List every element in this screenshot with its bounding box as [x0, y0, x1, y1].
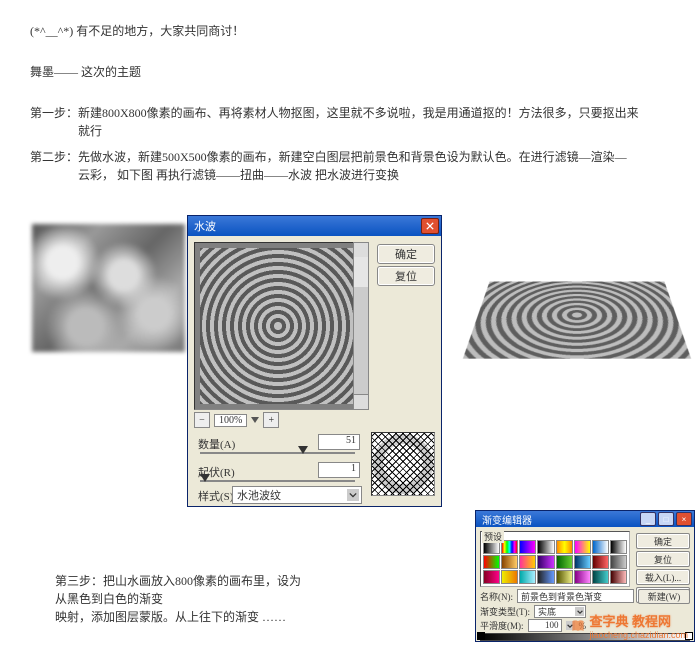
step3-line1: 第三步：把山水画放入800像素的画布里，设为从黑色到白色的渐变 [55, 574, 301, 606]
style-select[interactable]: 水池波纹 [232, 486, 362, 504]
amount-slider-thumb[interactable] [298, 446, 308, 454]
gradient-swatch[interactable] [610, 570, 627, 584]
watermark-brand: 查字典 教程网 [589, 611, 688, 630]
ridges-input[interactable]: 1 [318, 462, 360, 478]
gradient-titlebar[interactable]: 渐变编辑器 _ □ × [476, 511, 694, 527]
amount-input[interactable]: 51 [318, 434, 360, 450]
scroll-up-icon[interactable] [354, 243, 368, 258]
close-icon[interactable]: × [676, 512, 692, 526]
reset-button[interactable]: 复位 [377, 266, 435, 286]
gradient-swatch[interactable] [574, 570, 591, 584]
close-icon[interactable] [421, 218, 439, 234]
gradient-swatch[interactable] [483, 570, 500, 584]
transformed-ripple-image [463, 282, 691, 359]
gradient-swatch[interactable] [592, 570, 609, 584]
step2: 第二步：先做水波，新建500X500像素的画布，新建空白图层把前景色和背景色设为… [30, 146, 700, 186]
ridges-slider-thumb[interactable] [200, 474, 210, 482]
chevron-down-icon [347, 489, 359, 501]
step2-line1: 第二步：先做水波，新建500X500像素的画布，新建空白图层把前景色和背景色设为… [30, 150, 627, 164]
gradient-swatch[interactable] [592, 555, 609, 569]
step3-line2: 映射，添加图层蒙版。从上往下的渐变 …… [55, 610, 286, 624]
gradient-swatch[interactable] [610, 555, 627, 569]
gradient-swatch[interactable] [537, 540, 554, 554]
maximize-icon[interactable]: □ [658, 512, 674, 526]
zoom-controls: − 100% + [194, 412, 362, 428]
gradient-swatch[interactable] [556, 540, 573, 554]
dialog-title: 水波 [194, 218, 216, 234]
step1-line1: 第一步：新建800X800像素的画布、再将素材人物抠图，这里就不多说啦，我是用通… [30, 106, 639, 120]
transformed-ripple-preview [478, 240, 676, 350]
step2-line2: 云彩， 如下图 再执行滤镜——扭曲——水波 把水波进行变换 [78, 168, 399, 182]
preview-scrollbar[interactable] [353, 242, 369, 410]
gradient-stop-black[interactable] [477, 632, 485, 640]
load-button[interactable]: 载入(L)... [636, 569, 690, 585]
gradient-swatch[interactable] [556, 570, 573, 584]
zoom-level: 100% [214, 414, 247, 427]
ok-button[interactable]: 确定 [636, 533, 690, 549]
style-label: 样式(S) [198, 488, 233, 504]
gradient-swatch[interactable] [574, 540, 591, 554]
zoom-in-button[interactable]: + [263, 412, 279, 428]
gradient-swatch[interactable] [574, 555, 591, 569]
scroll-thumb[interactable] [354, 257, 368, 287]
ridges-slider-track[interactable] [200, 480, 355, 482]
scroll-down-icon[interactable] [354, 394, 368, 409]
step1-line2: 就行 [78, 124, 102, 138]
gradient-swatch[interactable] [537, 570, 554, 584]
dialog-titlebar[interactable]: 水波 [188, 216, 441, 236]
gradient-swatch[interactable] [519, 570, 536, 584]
zoom-menu-icon[interactable] [251, 417, 259, 423]
minimize-icon[interactable]: _ [640, 512, 656, 526]
presets-label: 预设 [482, 530, 504, 543]
gradient-dialog-title: 渐变编辑器 [482, 512, 532, 527]
clouds-render-preview [32, 224, 185, 352]
gradient-swatch[interactable] [556, 555, 573, 569]
style-value: 水池波纹 [237, 487, 281, 503]
cancel-button[interactable]: 复位 [636, 551, 690, 567]
gradient-swatch[interactable] [537, 555, 554, 569]
step1: 第一步：新建800X800像素的画布、再将素材人物抠图，这里就不多说啦，我是用通… [30, 102, 700, 142]
gradient-swatch[interactable] [501, 555, 518, 569]
type-value: 实底 [538, 605, 556, 618]
gradient-swatch[interactable] [483, 555, 500, 569]
new-button[interactable]: 新建(W) [638, 589, 690, 604]
ok-button[interactable]: 确定 [377, 244, 435, 264]
ripple-dialog: 水波 确定 复位 − 100% + 数量(A) 51 起伏(R) 1 样式(S)… [187, 215, 442, 507]
style-preview-swatch [371, 432, 435, 496]
theme-text: 舞墨—— 这次的主题 [30, 61, 700, 82]
name-input[interactable]: 前景色到背景色渐变 [517, 589, 634, 603]
gradient-swatch[interactable] [519, 555, 536, 569]
type-label: 渐变类型(T): [480, 605, 530, 618]
effect-preview [194, 242, 362, 410]
gradient-swatch[interactable] [501, 570, 518, 584]
step3: 第三步：把山水画放入800像素的画布里，设为从黑色到白色的渐变 映射，添加图层蒙… [55, 570, 305, 628]
intro-text: (*^__^*) 有不足的地方，大家共同商讨！ [30, 20, 700, 41]
gradient-swatch[interactable] [610, 540, 627, 554]
ripple-preview-image [200, 248, 356, 404]
watermark-url: jiaocheng.chazidian.com [589, 630, 688, 640]
gradient-swatch[interactable] [519, 540, 536, 554]
gradient-swatch[interactable] [592, 540, 609, 554]
name-label: 名称(N): [480, 590, 513, 603]
amount-slider-track[interactable] [200, 452, 355, 454]
zoom-out-button[interactable]: − [194, 412, 210, 428]
amount-label: 数量(A) [198, 436, 235, 452]
